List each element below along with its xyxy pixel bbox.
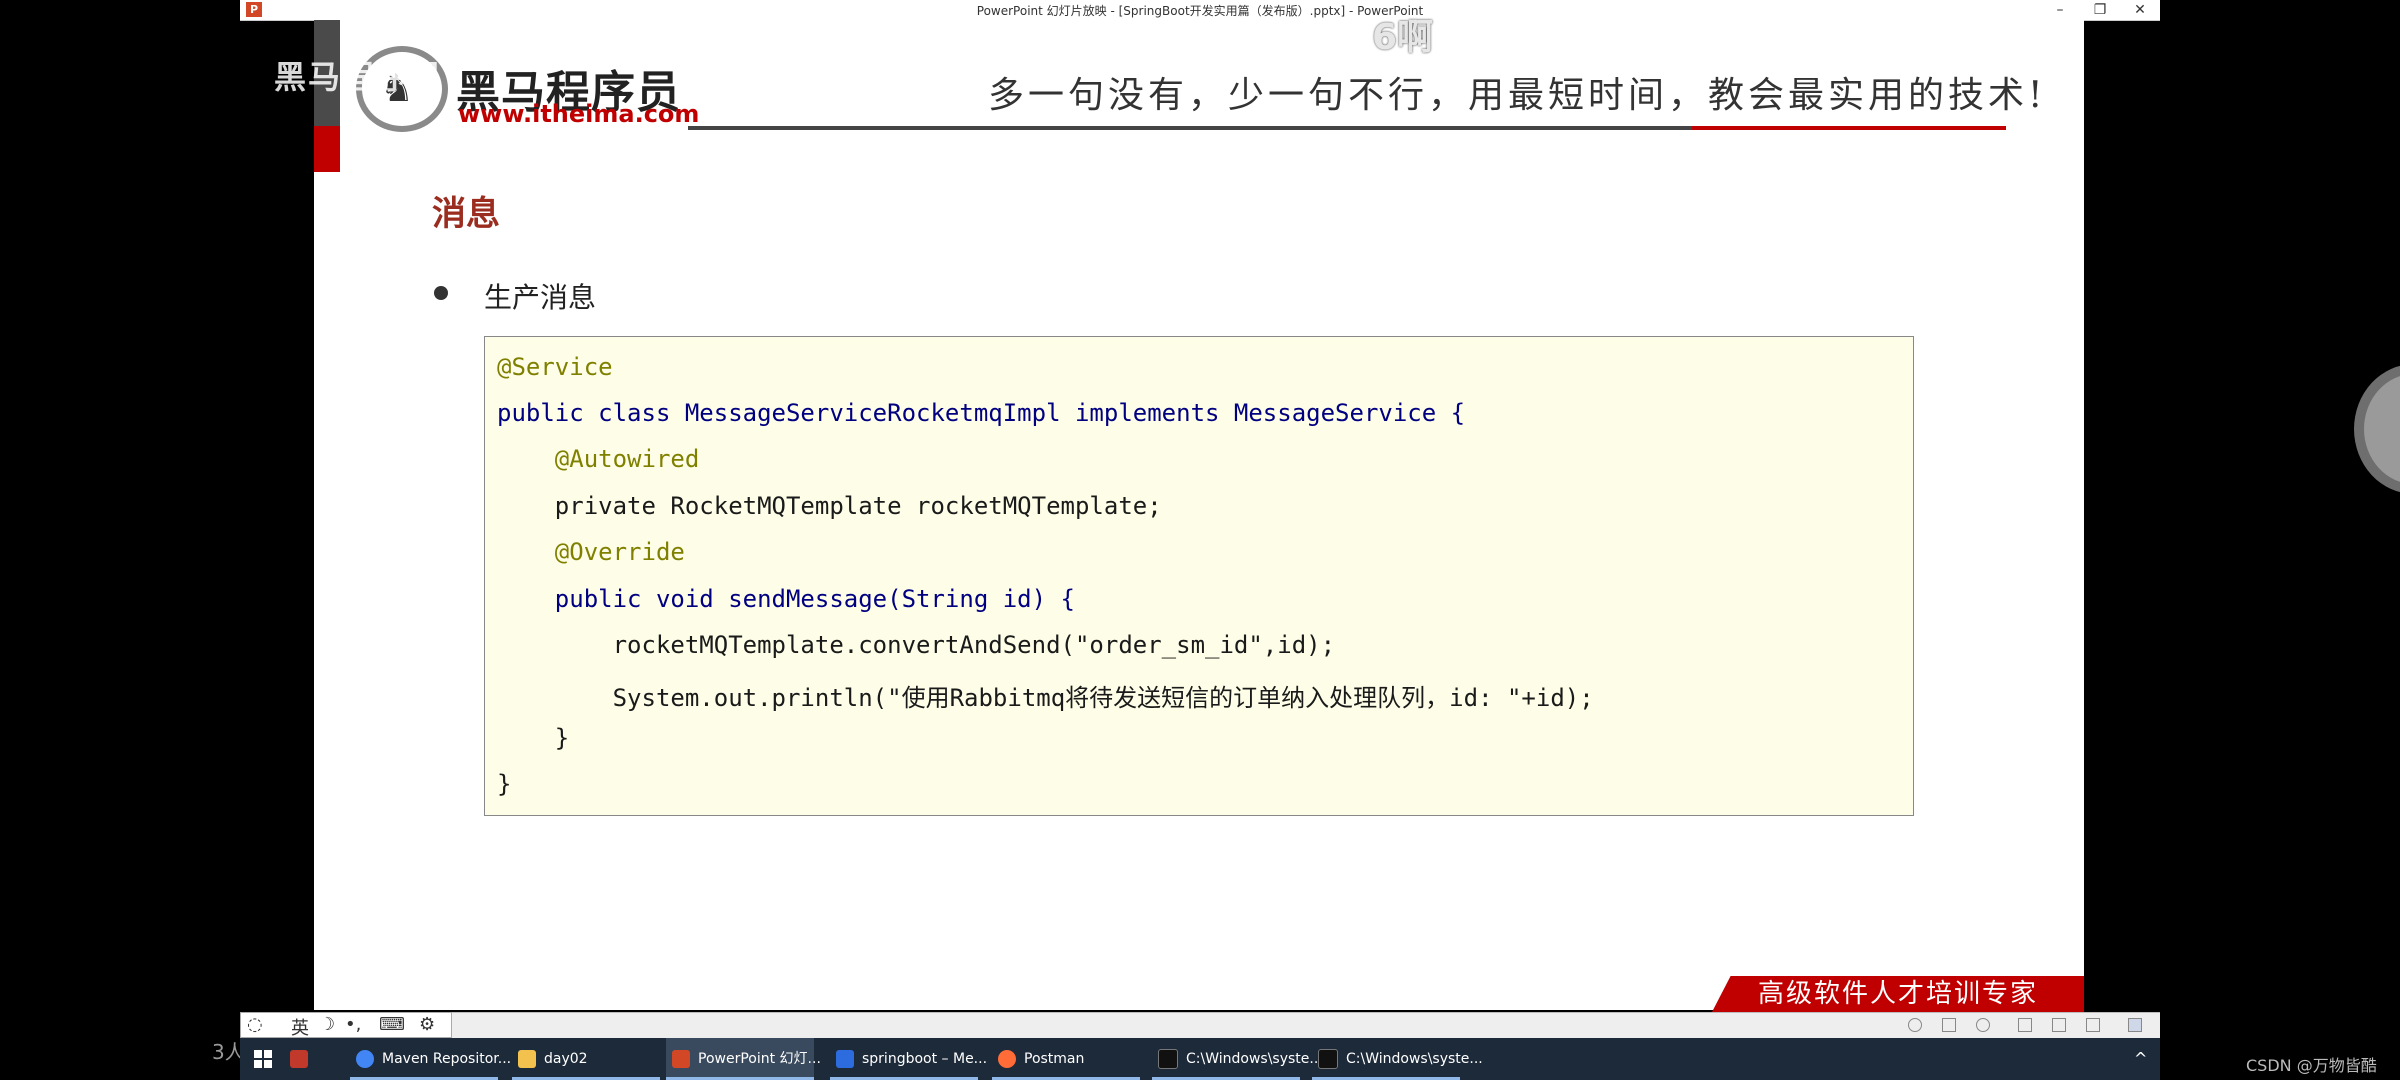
taskbar-item-postman[interactable]: Postman: [992, 1038, 1140, 1080]
minimize-button[interactable]: –: [2040, 0, 2080, 20]
slide-left-band-accent: [314, 126, 340, 172]
intellij-icon: [836, 1050, 854, 1068]
code-line: @Override: [497, 538, 685, 566]
window-title: PowerPoint 幻灯片放映 - [SpringBoot开发实用篇（发布版）…: [976, 4, 1424, 18]
moon-icon[interactable]: ☽: [319, 1014, 335, 1035]
slide-tagline: 多一句没有，少一句不行，用最短时间，教会最实用的技术!: [988, 75, 2047, 116]
taskbar-item-intellij[interactable]: springboot – Me...: [830, 1038, 987, 1080]
code-line: }: [497, 770, 512, 798]
app-icon[interactable]: [290, 1038, 308, 1080]
danmaku-text: 6啊: [1372, 17, 1434, 58]
code-line: private RocketMQTemplate rocketMQTemplat…: [497, 492, 1162, 520]
slideshow-status-bar: [240, 1012, 2160, 1039]
taskbar-item-chrome[interactable]: Maven Repositor...: [350, 1038, 511, 1080]
window-titlebar: P PowerPoint 幻灯片放映 - [SpringBoot开发实用篇（发布…: [240, 0, 2160, 21]
logo-url: www.itheima.com: [458, 100, 700, 128]
ime-logo-icon[interactable]: ◌: [247, 1014, 263, 1035]
taskbar-item-cmd[interactable]: C:\Windows\syste...: [1152, 1038, 1323, 1080]
keyboard-icon[interactable]: ⌨: [379, 1014, 405, 1035]
bullet-text: 生产消息: [484, 281, 597, 314]
windows-icon[interactable]: [254, 1038, 274, 1080]
taskbar-item-powerpoint[interactable]: PowerPoint 幻灯...: [666, 1038, 821, 1080]
ime-toolbar: ◌ 英 ☽ •, ⌨ ⚙: [240, 1012, 452, 1040]
close-button[interactable]: ✕: [2120, 0, 2160, 20]
slide-sorter-icon[interactable]: [2052, 1018, 2066, 1032]
code-line: System.out.println("使用Rabbitmq将待发送短信的订单纳…: [497, 684, 1594, 712]
code-block: @Service public class MessageServiceRock…: [484, 336, 1914, 816]
code-line: rocketMQTemplate.convertAndSend("order_s…: [497, 631, 1336, 659]
cmd-icon: [1318, 1049, 1338, 1069]
csdn-credit: CSDN @万物皆酷: [2246, 1056, 2377, 1075]
code-line: @Service: [497, 353, 613, 381]
slide-title: 消息: [432, 194, 500, 234]
slideshow-view-icon[interactable]: [2128, 1018, 2142, 1032]
cmd-icon: [1158, 1049, 1178, 1069]
tagline-divider-accent: [1692, 126, 2006, 130]
code-line: }: [497, 724, 570, 752]
ime-language-toggle[interactable]: 英: [291, 1014, 309, 1040]
powerpoint-icon: [672, 1050, 690, 1068]
chrome-icon: [356, 1050, 374, 1068]
pause-icon[interactable]: [1942, 1018, 1956, 1032]
reading-view-icon[interactable]: [2086, 1018, 2100, 1032]
postman-icon: [998, 1050, 1016, 1068]
taskbar: Maven Repositor... day02 PowerPoint 幻灯..…: [240, 1038, 2160, 1080]
restore-button[interactable]: ❐: [2080, 0, 2120, 20]
code-line: public class MessageServiceRocketmqImpl …: [497, 399, 1466, 427]
folder-icon: [518, 1050, 536, 1068]
previous-slide-icon[interactable]: [1908, 1018, 1922, 1032]
taskbar-item-cmd[interactable]: C:\Windows\syste...: [1312, 1038, 1483, 1080]
tray-chevron-icon[interactable]: ^: [2134, 1038, 2154, 1080]
slide-footer-banner: 高级软件人才培训专家: [1712, 976, 2084, 1012]
punctuation-icon[interactable]: •,: [345, 1014, 361, 1035]
settings-icon[interactable]: ⚙: [419, 1014, 435, 1035]
normal-view-icon[interactable]: [2018, 1018, 2032, 1032]
next-slide-icon[interactable]: [1976, 1018, 1990, 1032]
code-line: public void sendMessage(String id) {: [497, 585, 1075, 613]
bullet-icon: [434, 286, 448, 300]
video-watermark: 黑马程序员: [274, 58, 445, 96]
code-line: @Autowired: [497, 445, 700, 473]
taskbar-item-folder[interactable]: day02: [512, 1038, 660, 1080]
